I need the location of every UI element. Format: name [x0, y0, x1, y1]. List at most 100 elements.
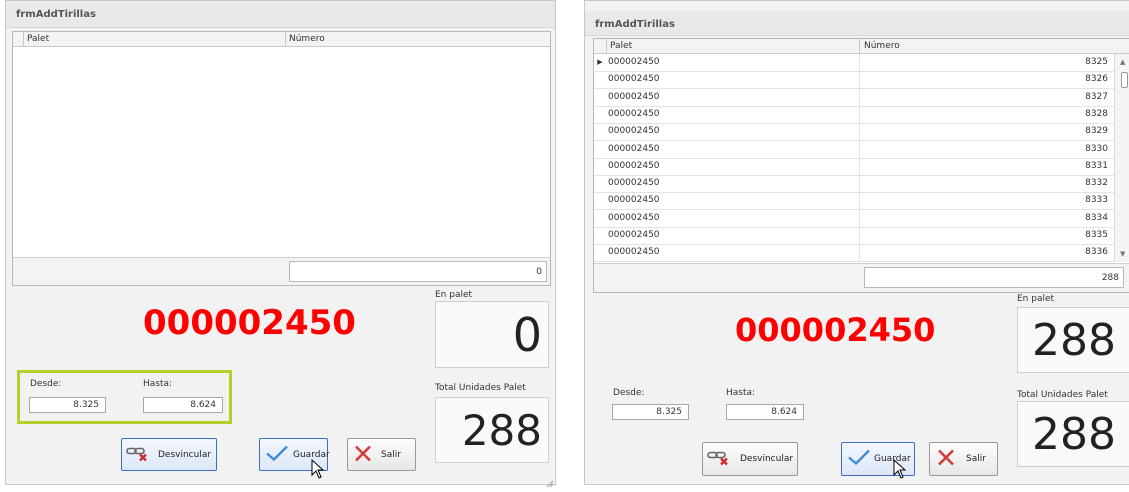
desvincular-label: Desvincular — [158, 449, 212, 460]
desde-input[interactable]: 8.325 — [29, 397, 106, 413]
unlink-icon — [707, 449, 731, 470]
total-unidades-label: Total Unidades Palet — [1017, 390, 1108, 400]
cell-palet: 000002450 — [608, 74, 660, 85]
en-palet-value: 288 — [1017, 307, 1129, 373]
hasta-input[interactable]: 8.624 — [726, 404, 804, 420]
table-row[interactable]: 000002450 8327 — [594, 88, 1114, 107]
cell-numero: 8332 — [1085, 178, 1108, 189]
table-row[interactable]: 000002450 8329 — [594, 123, 1114, 142]
cell-palet: 000002450 — [608, 108, 660, 119]
left-window: frmAddTirillas Palet Número 0 000002450 … — [5, 0, 556, 488]
column-header-numero[interactable]: Número — [864, 39, 900, 53]
cell-numero: 8329 — [1085, 126, 1108, 137]
cell-numero: 8326 — [1085, 74, 1108, 85]
scroll-down-icon[interactable]: ▼ — [1120, 250, 1125, 258]
cell-palet: 000002450 — [608, 57, 660, 67]
cell-palet: 000002450 — [608, 178, 660, 189]
column-header-palet[interactable]: Palet — [27, 32, 49, 46]
desvincular-label: Desvincular — [740, 454, 794, 464]
column-divider — [859, 39, 860, 53]
cell-divider — [859, 123, 860, 141]
unlink-icon — [126, 444, 150, 465]
grid-header: Palet Número — [594, 39, 1129, 54]
grid-footer-total: 288 — [864, 267, 1124, 288]
close-icon — [936, 449, 956, 470]
cell-palet: 000002450 — [608, 230, 660, 240]
salir-button[interactable]: Salir — [929, 442, 998, 476]
table-row[interactable]: 000002450 8334 — [594, 209, 1114, 228]
column-divider — [285, 32, 286, 46]
pallet-code: 000002450 — [735, 311, 936, 349]
cell-divider — [859, 175, 860, 193]
cell-divider — [859, 209, 860, 227]
grid-footer-total: 0 — [289, 261, 547, 282]
hasta-input[interactable]: 8.624 — [143, 397, 223, 413]
cell-palet: 000002450 — [608, 126, 660, 137]
grid-rows: ▶ 000002450 8325 000002450 8326 000002450 8327… — [594, 54, 1114, 263]
row-selector-icon: ▶ — [597, 58, 603, 66]
right-window: frmAddTirillas Palet Número ▶ 000002450 83… — [584, 0, 1129, 485]
salir-button[interactable]: Salir — [347, 438, 416, 471]
desde-label: Desde: — [613, 388, 645, 398]
table-row[interactable]: 000002450 8333 — [594, 192, 1114, 211]
desde-label: Desde: — [30, 379, 62, 389]
vertical-scrollbar[interactable]: ▲ ▼ — [1114, 54, 1129, 262]
cell-palet: 000002450 — [608, 247, 660, 258]
cell-divider — [859, 88, 860, 106]
checkmark-icon — [265, 444, 289, 465]
total-unidades-value: 288 — [435, 397, 549, 463]
cell-numero: 8335 — [1085, 230, 1108, 240]
scroll-up-icon[interactable]: ▲ — [1120, 58, 1125, 66]
hasta-label: Hasta: — [143, 379, 173, 389]
table-row[interactable]: 000002450 8335 — [594, 227, 1114, 245]
en-palet-label: En palet — [435, 290, 473, 300]
cell-divider — [859, 227, 860, 244]
left-titlebar: frmAddTirillas — [6, 1, 555, 28]
checkmark-icon — [847, 449, 871, 470]
cell-divider — [859, 105, 860, 123]
window-title: frmAddTirillas — [595, 19, 675, 30]
cell-palet: 000002450 — [608, 212, 660, 223]
en-palet-label: En palet — [1017, 294, 1055, 304]
hasta-label: Hasta: — [726, 388, 756, 398]
cell-divider — [859, 157, 860, 175]
desde-input[interactable]: 8.325 — [612, 404, 689, 420]
cell-numero: 8330 — [1085, 143, 1108, 154]
cell-divider — [859, 140, 860, 158]
cell-divider — [859, 71, 860, 89]
tirillas-grid[interactable]: Palet Número 0 — [12, 31, 551, 286]
cell-palet: 000002450 — [608, 91, 660, 102]
close-icon — [353, 444, 373, 465]
cell-palet: 000002450 — [608, 143, 660, 154]
tirillas-grid[interactable]: Palet Número ▶ 000002450 8325 000002450 8326… — [593, 38, 1129, 293]
table-row[interactable]: 000002450 8332 — [594, 175, 1114, 194]
grid-header: Palet Número — [13, 32, 550, 47]
guardar-label: Guardar — [293, 449, 330, 460]
total-unidades-label: Total Unidades Palet — [435, 383, 526, 393]
table-row[interactable]: ▶ 000002450 8325 — [594, 54, 1114, 72]
desvincular-button[interactable]: Desvincular — [121, 438, 217, 471]
cell-divider — [859, 244, 860, 262]
pallet-code: 000002450 — [143, 303, 356, 343]
cell-numero: 8327 — [1085, 91, 1108, 102]
cell-numero: 8328 — [1085, 108, 1108, 119]
table-row[interactable]: 000002450 8326 — [594, 71, 1114, 90]
table-row[interactable]: 000002450 8331 — [594, 157, 1114, 176]
column-header-palet[interactable]: Palet — [610, 39, 632, 53]
table-row[interactable]: 000002450 8336 — [594, 244, 1114, 263]
desvincular-button[interactable]: Desvincular — [702, 442, 798, 476]
table-row[interactable]: 000002450 8328 — [594, 105, 1114, 124]
table-row[interactable]: 000002450 8330 — [594, 140, 1114, 159]
cell-numero: 8333 — [1085, 195, 1108, 206]
column-header-numero[interactable]: Número — [289, 32, 325, 46]
scroll-thumb[interactable] — [1121, 72, 1128, 88]
cell-numero: 8325 — [1085, 57, 1108, 67]
cell-numero: 8334 — [1085, 212, 1108, 223]
en-palet-value: 0 — [435, 301, 549, 368]
right-titlebar: frmAddTirillas — [585, 11, 1129, 36]
total-unidades-value: 288 — [1017, 401, 1129, 467]
column-divider — [23, 32, 24, 46]
cell-divider — [859, 192, 860, 210]
cell-numero: 8336 — [1085, 247, 1108, 258]
resize-grip-icon[interactable] — [544, 473, 554, 488]
